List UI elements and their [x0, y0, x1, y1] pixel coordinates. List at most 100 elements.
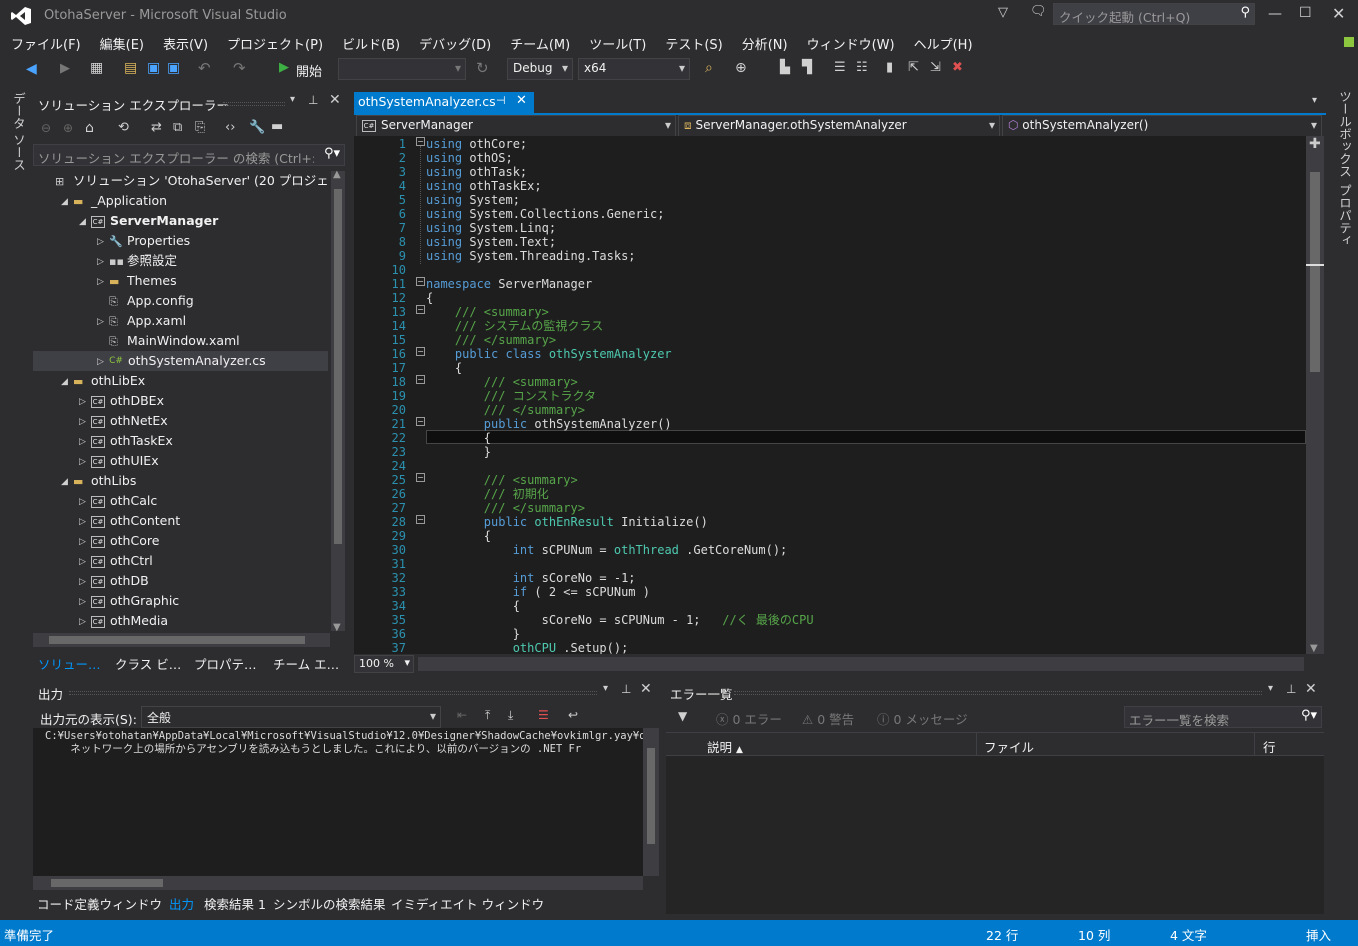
comment-out-icon[interactable]: ☰: [834, 60, 846, 75]
zoom-dropdown[interactable]: 100 % ▾: [354, 655, 414, 673]
browse-icon[interactable]: ⊕: [735, 60, 747, 76]
panel-close-icon[interactable]: ✕: [329, 92, 341, 108]
menu-item[interactable]: チーム(M): [510, 38, 570, 53]
clear-all-icon[interactable]: ☰: [538, 708, 549, 722]
collapsed-chevron-icon[interactable]: ▷: [79, 432, 91, 452]
panel-tab[interactable]: ソリュー…: [38, 654, 101, 673]
quick-launch-input[interactable]: クイック起動 (Ctrl+Q) ⚲: [1053, 3, 1255, 25]
panel-close-icon[interactable]: ✕: [640, 681, 652, 697]
tree-item[interactable]: ▷ C# othTaskEx: [33, 431, 328, 451]
column-line[interactable]: 行: [1263, 737, 1276, 756]
collapsed-chevron-icon[interactable]: ▷: [79, 572, 91, 592]
next-bookmark-icon[interactable]: ⇲: [930, 60, 941, 75]
filter-icon[interactable]: ▼: [678, 709, 687, 723]
tree-item[interactable]: ◢ ▬ othLibs: [33, 471, 328, 491]
tool-window-tab[interactable]: 検索結果 1: [204, 894, 266, 913]
view-code-icon[interactable]: ‹›: [225, 120, 235, 135]
tree-item[interactable]: ▷ 🔧 Properties: [33, 231, 328, 251]
platform-dropdown[interactable]: x64 ▾: [578, 58, 690, 80]
collapse-icon[interactable]: −: [416, 347, 425, 356]
tree-item[interactable]: ▷ C# othCtrl: [33, 551, 328, 571]
find-previous-icon[interactable]: ⤒: [485, 708, 490, 723]
undo-icon[interactable]: ↶: [198, 59, 211, 77]
panel-close-icon[interactable]: ✕: [1305, 681, 1317, 697]
tab-list-dropdown-icon[interactable]: ▾: [1312, 95, 1317, 106]
collapse-icon[interactable]: −: [416, 473, 425, 482]
maximize-icon[interactable]: ☐: [1299, 5, 1312, 21]
forward-icon[interactable]: ⊕: [63, 121, 73, 135]
messages-filter-button[interactable]: ⓘ 0 メッセージ: [877, 709, 968, 728]
errors-filter-button[interactable]: ⓧ 0 エラー: [716, 709, 782, 728]
redo-icon[interactable]: ↷: [233, 59, 246, 77]
find-next-icon[interactable]: ⤓: [508, 708, 513, 723]
tool-window-tab[interactable]: シンボルの検索結果: [273, 894, 386, 913]
collapsed-chevron-icon[interactable]: ▷: [79, 512, 91, 532]
notification-filter-icon[interactable]: ▽: [998, 5, 1008, 20]
collapse-icon[interactable]: −: [416, 277, 425, 286]
menu-item[interactable]: 編集(E): [100, 38, 144, 53]
collapsed-chevron-icon[interactable]: ▷: [97, 272, 109, 292]
collapsed-chevron-icon[interactable]: ▷: [79, 492, 91, 512]
open-file-icon[interactable]: ▤: [124, 60, 137, 76]
back-icon[interactable]: ⊖: [41, 121, 51, 135]
pending-changes-icon[interactable]: ⟲: [118, 120, 129, 135]
collapsed-chevron-icon[interactable]: ▷: [79, 452, 91, 472]
menu-item[interactable]: 表示(V): [163, 38, 208, 53]
menu-item[interactable]: ヘルプ(H): [914, 38, 973, 53]
tree-item[interactable]: ▷ ⎘ App.xaml: [33, 311, 328, 331]
clear-bookmarks-icon[interactable]: ✖: [952, 60, 963, 75]
go-to-error-icon[interactable]: ⇤: [457, 708, 467, 722]
refresh-icon[interactable]: ↻: [476, 59, 489, 77]
expanded-chevron-icon[interactable]: ◢: [61, 372, 73, 392]
column-description[interactable]: 説明 ▲: [707, 737, 743, 756]
editor-hscrollbar[interactable]: [418, 657, 1304, 671]
show-all-files-icon[interactable]: ⎘: [195, 120, 205, 135]
tree-item[interactable]: ▷ C# othSystemAnalyzer.cs: [33, 351, 328, 371]
tab-close-icon[interactable]: ✕: [516, 93, 527, 108]
bookmark-icon[interactable]: ▮: [886, 60, 893, 75]
collapsed-chevron-icon[interactable]: ▷: [79, 552, 91, 572]
tree-item[interactable]: ▷ C# othContent: [33, 511, 328, 531]
collapsed-chevron-icon[interactable]: ▷: [79, 612, 91, 632]
save-icon[interactable]: ▣: [147, 60, 160, 76]
class-view-icon[interactable]: ▙: [780, 60, 790, 75]
feedback-icon[interactable]: 🗨: [1030, 4, 1047, 19]
collapsed-chevron-icon[interactable]: ▷: [79, 532, 91, 552]
properties-wrench-icon[interactable]: 🔧: [249, 120, 265, 135]
tab-pin-icon[interactable]: ⊣: [496, 94, 506, 107]
split-icon[interactable]: ✚: [1309, 136, 1321, 152]
tool-window-tab[interactable]: イミディエイト ウィンドウ: [391, 894, 544, 913]
menu-item[interactable]: ファイル(F): [11, 38, 81, 53]
panel-tab[interactable]: チーム エ…: [273, 654, 339, 673]
tool-window-tab[interactable]: 出力: [169, 894, 194, 913]
expanded-chevron-icon[interactable]: ◢: [61, 192, 73, 212]
tree-item[interactable]: ⎘ MainWindow.xaml: [33, 331, 328, 351]
preview-icon[interactable]: ▬: [271, 119, 283, 134]
sync-icon[interactable]: ⇄: [151, 120, 162, 135]
find-in-files-icon[interactable]: ⌕: [705, 60, 713, 76]
expanded-chevron-icon[interactable]: ◢: [79, 212, 91, 232]
editor-scrollbar[interactable]: ✚ ▼: [1306, 136, 1324, 654]
tree-item[interactable]: ▷ C# othCalc: [33, 491, 328, 511]
code-editor[interactable]: 1− using othCore; 2 using othOS; 3 using othT…: [372, 136, 1306, 654]
collapsed-chevron-icon[interactable]: ▷: [97, 352, 109, 372]
collapsed-chevron-icon[interactable]: ▷: [79, 412, 91, 432]
expanded-chevron-icon[interactable]: ◢: [61, 472, 73, 492]
warnings-filter-button[interactable]: ⚠ 0 警告: [802, 709, 854, 728]
method-navigation-dropdown[interactable]: ⬡ othSystemAnalyzer() ▾: [1002, 115, 1322, 137]
tree-item[interactable]: ▷ C# othNetEx: [33, 411, 328, 431]
error-list-search-input[interactable]: エラー一覧を検索 ⚲▾: [1124, 706, 1322, 728]
forward-icon[interactable]: ▶: [60, 61, 70, 76]
tree-item[interactable]: ◢ ▬ _Application: [33, 191, 328, 211]
tree-item[interactable]: ◢ ▬ othLibEx: [33, 371, 328, 391]
collapse-icon[interactable]: −: [416, 375, 425, 384]
toolbox-tab[interactable]: ツールボックス: [1335, 90, 1354, 178]
word-wrap-icon[interactable]: ↩: [568, 708, 578, 722]
member-navigation-dropdown[interactable]: ⧈ ServerManager.othSystemAnalyzer ▾: [678, 115, 1000, 137]
menu-item[interactable]: プロジェクト(P): [227, 38, 323, 53]
pin-icon[interactable]: ⊥: [1286, 682, 1296, 696]
output-scrollbar[interactable]: [643, 728, 659, 876]
solution-tree-scrollbar[interactable]: ▲ ▼: [331, 169, 345, 633]
panel-tab[interactable]: プロパテ…: [194, 654, 257, 673]
solution-search-input[interactable]: ソリューション エクスプローラー の検索 (Ctrl+:) ⚲▾: [33, 144, 345, 166]
